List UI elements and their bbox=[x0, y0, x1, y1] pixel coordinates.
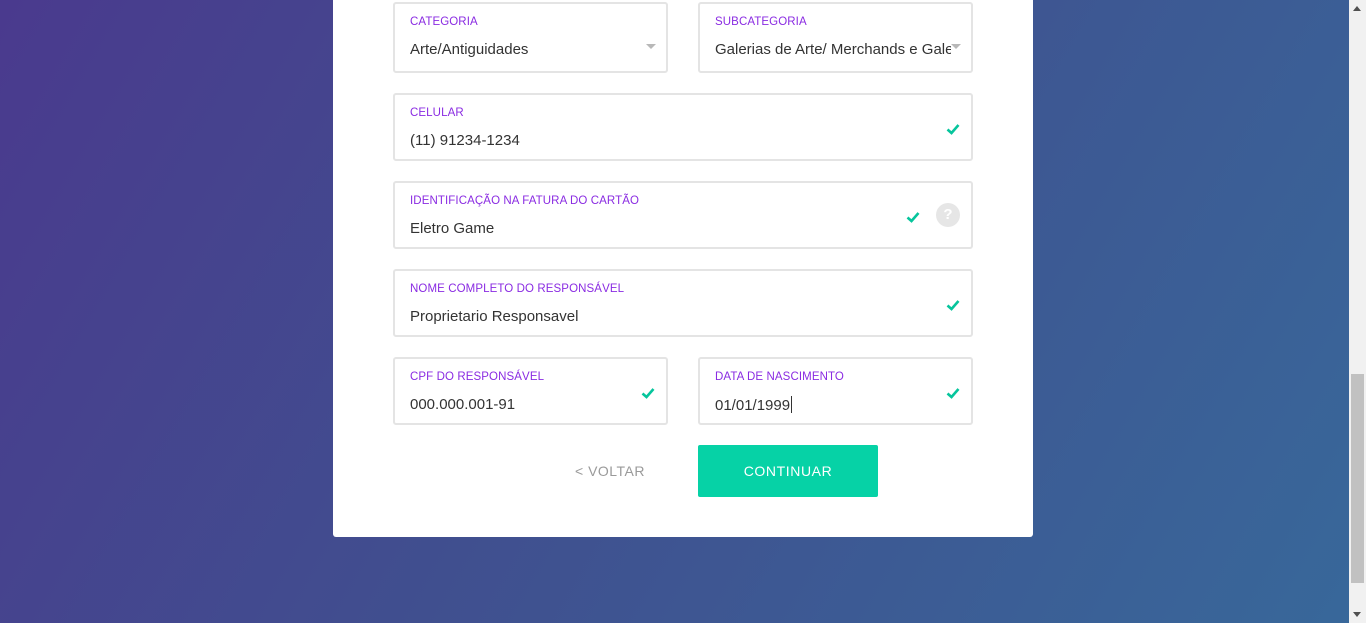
celular-field[interactable]: CELULAR (11) 91234-1234 bbox=[393, 93, 973, 161]
categoria-value: Arte/Antiguidades bbox=[410, 41, 529, 58]
subcategoria-label: SUBCATEGORIA bbox=[715, 16, 807, 28]
identificacao-label: IDENTIFICAÇÃO NA FATURA DO CARTÃO bbox=[410, 195, 640, 207]
check-icon bbox=[906, 212, 920, 223]
scroll-up-icon[interactable] bbox=[1353, 6, 1361, 11]
help-icon[interactable]: ? bbox=[936, 203, 960, 227]
scroll-down-icon[interactable] bbox=[1353, 612, 1361, 617]
subcategoria-select[interactable]: SUBCATEGORIA Galerias de Arte/ Merchands… bbox=[698, 2, 973, 73]
cpf-label: CPF DO RESPONSÁVEL bbox=[410, 371, 545, 383]
celular-value: (11) 91234-1234 bbox=[410, 132, 520, 149]
back-link[interactable]: < VOLTAR bbox=[575, 463, 645, 479]
check-icon bbox=[946, 388, 960, 399]
cpf-field[interactable]: CPF DO RESPONSÁVEL 000.000.001-91 bbox=[393, 357, 668, 425]
nome-responsavel-field[interactable]: NOME COMPLETO DO RESPONSÁVEL Proprietari… bbox=[393, 269, 973, 337]
chevron-down-icon bbox=[951, 44, 961, 49]
check-icon bbox=[946, 124, 960, 135]
celular-label: CELULAR bbox=[410, 107, 464, 119]
categoria-select[interactable]: CATEGORIA Arte/Antiguidades bbox=[393, 2, 668, 73]
page-scrollbar[interactable] bbox=[1349, 0, 1366, 623]
nascimento-label: DATA DE NASCIMENTO bbox=[715, 371, 844, 383]
nome-label: NOME COMPLETO DO RESPONSÁVEL bbox=[410, 283, 625, 295]
data-nascimento-field[interactable]: DATA DE NASCIMENTO 01/01/1999 bbox=[698, 357, 973, 425]
form-card: CATEGORIA Arte/Antiguidades SUBCATEGORIA… bbox=[333, 0, 1033, 537]
subcategoria-value: Galerias de Arte/ Merchands e Galeri bbox=[715, 41, 951, 58]
nascimento-value-wrap: 01/01/1999 bbox=[715, 396, 947, 414]
text-cursor bbox=[791, 396, 793, 413]
cpf-value: 000.000.001-91 bbox=[410, 396, 516, 413]
chevron-down-icon bbox=[646, 44, 656, 49]
categoria-label: CATEGORIA bbox=[410, 16, 478, 28]
nascimento-value: 01/01/1999 bbox=[715, 397, 791, 414]
check-icon bbox=[641, 388, 655, 399]
identificacao-field[interactable]: IDENTIFICAÇÃO NA FATURA DO CARTÃO Eletro… bbox=[393, 181, 973, 249]
identificacao-value: Eletro Game bbox=[410, 220, 495, 237]
check-icon bbox=[946, 300, 960, 311]
nome-value: Proprietario Responsavel bbox=[410, 308, 579, 325]
continue-button[interactable]: CONTINUAR bbox=[698, 445, 878, 497]
scrollbar-thumb[interactable] bbox=[1351, 374, 1364, 583]
